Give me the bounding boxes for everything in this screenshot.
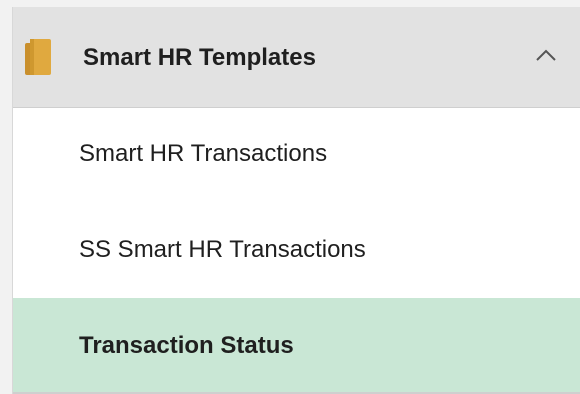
navigation-panel: Smart HR Templates Smart HR Transactions… <box>12 7 580 394</box>
menu-item-transaction-status[interactable]: Transaction Status <box>13 298 580 394</box>
chevron-up-icon[interactable] <box>535 48 557 62</box>
menu-item-smart-hr-transactions[interactable]: Smart HR Transactions <box>13 108 580 200</box>
menu-item-label: Transaction Status <box>79 332 294 359</box>
menu-item-ss-smart-hr-transactions[interactable]: SS Smart HR Transactions <box>13 204 580 296</box>
menu-group-header-smart-hr-templates[interactable]: Smart HR Templates <box>13 7 580 108</box>
menu-item-label: SS Smart HR Transactions <box>79 236 366 263</box>
menu-item-label: Smart HR Transactions <box>79 140 328 167</box>
folder-icon <box>25 39 51 75</box>
menu-group-title: Smart HR Templates <box>83 44 316 71</box>
